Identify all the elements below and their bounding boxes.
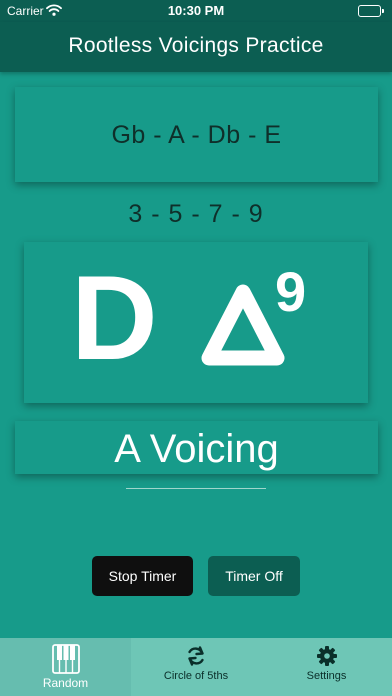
scale-degrees: 3 - 5 - 7 - 9 xyxy=(128,200,264,228)
tab-settings[interactable]: Settings xyxy=(261,638,392,696)
tab-circle-label: Circle of 5ths xyxy=(163,670,229,682)
tab-random[interactable]: Random xyxy=(0,638,131,696)
voicing-notes: Gb - A - Db - E xyxy=(111,121,282,149)
status-bar: Carrier 10:30 PM xyxy=(0,0,392,22)
gear-icon xyxy=(316,646,337,666)
divider xyxy=(126,488,266,489)
refresh-cycle-icon xyxy=(188,646,204,666)
status-time: 10:30 PM xyxy=(167,3,225,18)
chord-extension: 9 xyxy=(275,260,307,323)
notes-card[interactable]: Gb - A - Db - E xyxy=(15,87,378,182)
chord-card[interactable]: D 9 xyxy=(24,242,368,403)
major-triangle-icon xyxy=(201,284,285,366)
voicing-type: A Voicing xyxy=(114,427,279,471)
tab-settings-label: Settings xyxy=(306,670,347,682)
navigation-bar: Rootless Voicings Practice xyxy=(0,22,392,72)
page-title: Rootless Voicings Practice xyxy=(68,34,324,57)
piano-keys-icon xyxy=(51,644,80,674)
tab-bar: Random Circle of 5ths Settings xyxy=(0,638,392,696)
tab-random-label: Random xyxy=(42,676,89,690)
voicing-card[interactable]: A Voicing xyxy=(15,421,378,474)
chord-root: D xyxy=(71,251,158,385)
battery-icon xyxy=(358,5,384,17)
stop-timer-button[interactable]: Stop Timer xyxy=(92,556,193,596)
timer-off-button[interactable]: Timer Off xyxy=(208,556,300,596)
tab-circle-of-fifths[interactable]: Circle of 5ths xyxy=(131,638,261,696)
